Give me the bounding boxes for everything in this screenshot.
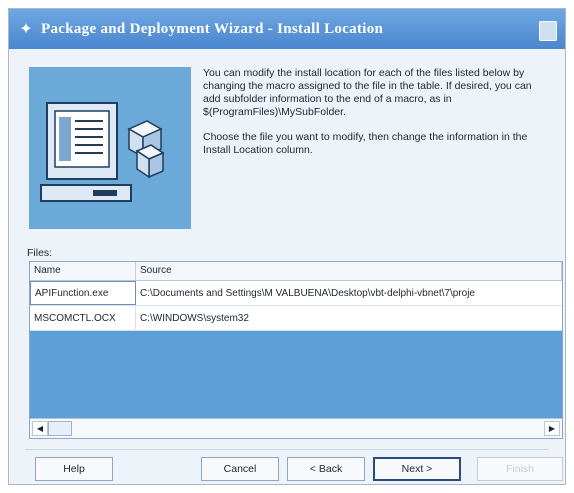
button-divider — [25, 449, 549, 450]
file-source-cell[interactable]: C:\Documents and Settings\M VALBUENA\Des… — [136, 288, 562, 299]
files-table[interactable]: Name Source APIFunction.exe C:\Documents… — [29, 261, 563, 439]
cancel-button[interactable]: Cancel — [201, 457, 279, 481]
wizard-window: ✦ Package and Deployment Wizard - Instal… — [8, 8, 566, 485]
file-name-cell[interactable]: APIFunction.exe — [30, 281, 136, 305]
wizard-icon: ✦ — [19, 21, 33, 38]
finish-button[interactable]: Finish — [477, 457, 563, 481]
scroll-left-icon[interactable]: ◀ — [32, 421, 48, 436]
instructions-paragraph-1: You can modify the install location for … — [203, 67, 532, 118]
computer-icon — [40, 102, 165, 202]
table-row[interactable]: MSCOMCTL.OCX C:\WINDOWS\system32 — [30, 306, 562, 331]
files-label: Files: — [27, 247, 53, 259]
next-button[interactable]: Next > — [373, 457, 461, 481]
window-control-button[interactable] — [539, 21, 557, 41]
scrollbar-thumb[interactable] — [48, 421, 72, 436]
table-row[interactable]: APIFunction.exe C:\Documents and Setting… — [30, 281, 562, 306]
back-button[interactable]: < Back — [287, 457, 365, 481]
window-title: Package and Deployment Wizard - Install … — [41, 20, 384, 37]
file-name-cell[interactable]: MSCOMCTL.OCX — [30, 306, 136, 330]
column-header-source[interactable]: Source — [136, 262, 562, 280]
table-header: Name Source — [30, 262, 562, 281]
scroll-right-icon[interactable]: ▶ — [544, 421, 560, 436]
file-source-cell[interactable]: C:\WINDOWS\system32 — [136, 313, 562, 324]
title-bar: ✦ Package and Deployment Wizard - Instal… — [9, 9, 565, 49]
column-header-name[interactable]: Name — [30, 262, 136, 280]
help-button[interactable]: Help — [35, 457, 113, 481]
package-computer-illustration — [29, 67, 191, 229]
instructions-paragraph-2: Choose the file you want to modify, then… — [203, 131, 528, 156]
horizontal-scrollbar[interactable]: ◀ ▶ — [30, 418, 562, 438]
instructions-text: You can modify the install location for … — [203, 67, 551, 169]
